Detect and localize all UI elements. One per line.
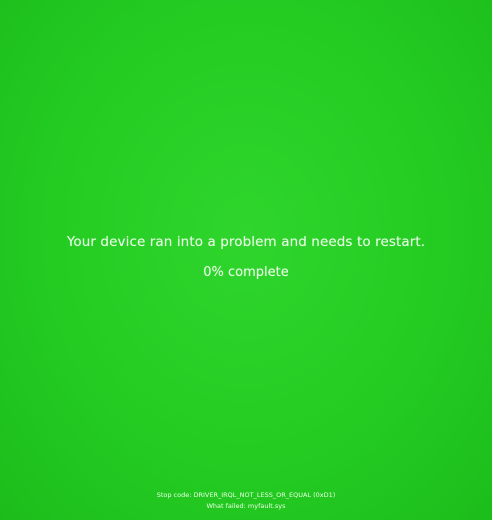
what-failed-text: What failed: myfault.sys: [206, 502, 286, 510]
stop-error-screen: Your device ran into a problem and needs…: [0, 0, 492, 520]
progress-text: 0% complete: [203, 265, 289, 280]
error-message: Your device ran into a problem and needs…: [66, 234, 426, 250]
stop-code-text: Stop code: DRIVER_IRQL_NOT_LESS_OR_EQUAL…: [156, 491, 336, 499]
